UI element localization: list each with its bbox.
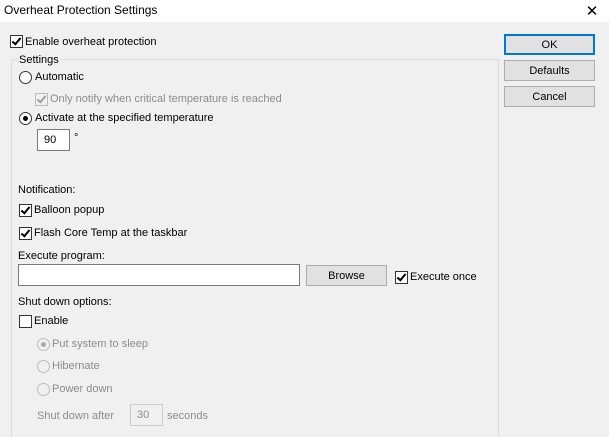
browse-button[interactable]: Browse bbox=[306, 265, 387, 286]
close-icon: ✕ bbox=[585, 3, 599, 20]
flash-taskbar-checkbox[interactable] bbox=[19, 227, 32, 240]
hibernate-radio[interactable] bbox=[37, 360, 50, 373]
only-notify-label: Only notify when critical temperature is… bbox=[50, 93, 282, 105]
automatic-radio[interactable] bbox=[19, 71, 32, 84]
notification-heading: Notification: bbox=[18, 184, 76, 196]
sleep-radio[interactable] bbox=[37, 338, 50, 351]
shutdown-after-input[interactable] bbox=[130, 404, 163, 426]
defaults-button[interactable]: Defaults bbox=[504, 60, 595, 81]
shutdown-after-unit: seconds bbox=[167, 410, 208, 422]
temperature-unit: ° bbox=[74, 132, 79, 144]
cancel-button[interactable]: Cancel bbox=[504, 86, 595, 107]
flash-taskbar-label[interactable]: Flash Core Temp at the taskbar bbox=[34, 226, 187, 240]
shutdown-enable-label[interactable]: Enable bbox=[34, 314, 68, 328]
execute-program-heading: Execute program: bbox=[18, 250, 105, 262]
execute-program-input[interactable] bbox=[18, 264, 300, 286]
activate-specified-radio[interactable] bbox=[19, 112, 32, 125]
shutdown-enable-checkbox[interactable] bbox=[19, 315, 32, 328]
ok-button[interactable]: OK bbox=[504, 34, 595, 55]
window-title: Overheat Protection Settings bbox=[4, 3, 158, 17]
settings-group-legend: Settings bbox=[18, 53, 60, 67]
only-notify-checkbox[interactable] bbox=[35, 93, 48, 106]
temperature-input[interactable] bbox=[37, 129, 70, 151]
activate-specified-label[interactable]: Activate at the specified temperature bbox=[35, 111, 214, 125]
close-button[interactable]: ✕ bbox=[575, 0, 609, 22]
power-down-radio[interactable] bbox=[37, 383, 50, 396]
balloon-popup-checkbox[interactable] bbox=[19, 204, 32, 217]
execute-once-checkbox[interactable] bbox=[395, 271, 408, 284]
automatic-label[interactable]: Automatic bbox=[35, 70, 84, 84]
title-bar: Overheat Protection Settings ✕ bbox=[0, 0, 609, 22]
shutdown-after-label: Shut down after bbox=[37, 410, 115, 422]
shutdown-heading: Shut down options: bbox=[18, 296, 112, 308]
power-down-label: Power down bbox=[52, 383, 113, 395]
sleep-label: Put system to sleep bbox=[52, 338, 148, 350]
enable-overheat-checkbox[interactable] bbox=[10, 35, 23, 48]
balloon-popup-label[interactable]: Balloon popup bbox=[34, 203, 104, 217]
execute-once-label[interactable]: Execute once bbox=[410, 270, 477, 284]
enable-overheat-label[interactable]: Enable overheat protection bbox=[25, 35, 156, 49]
hibernate-label: Hibernate bbox=[52, 360, 100, 372]
